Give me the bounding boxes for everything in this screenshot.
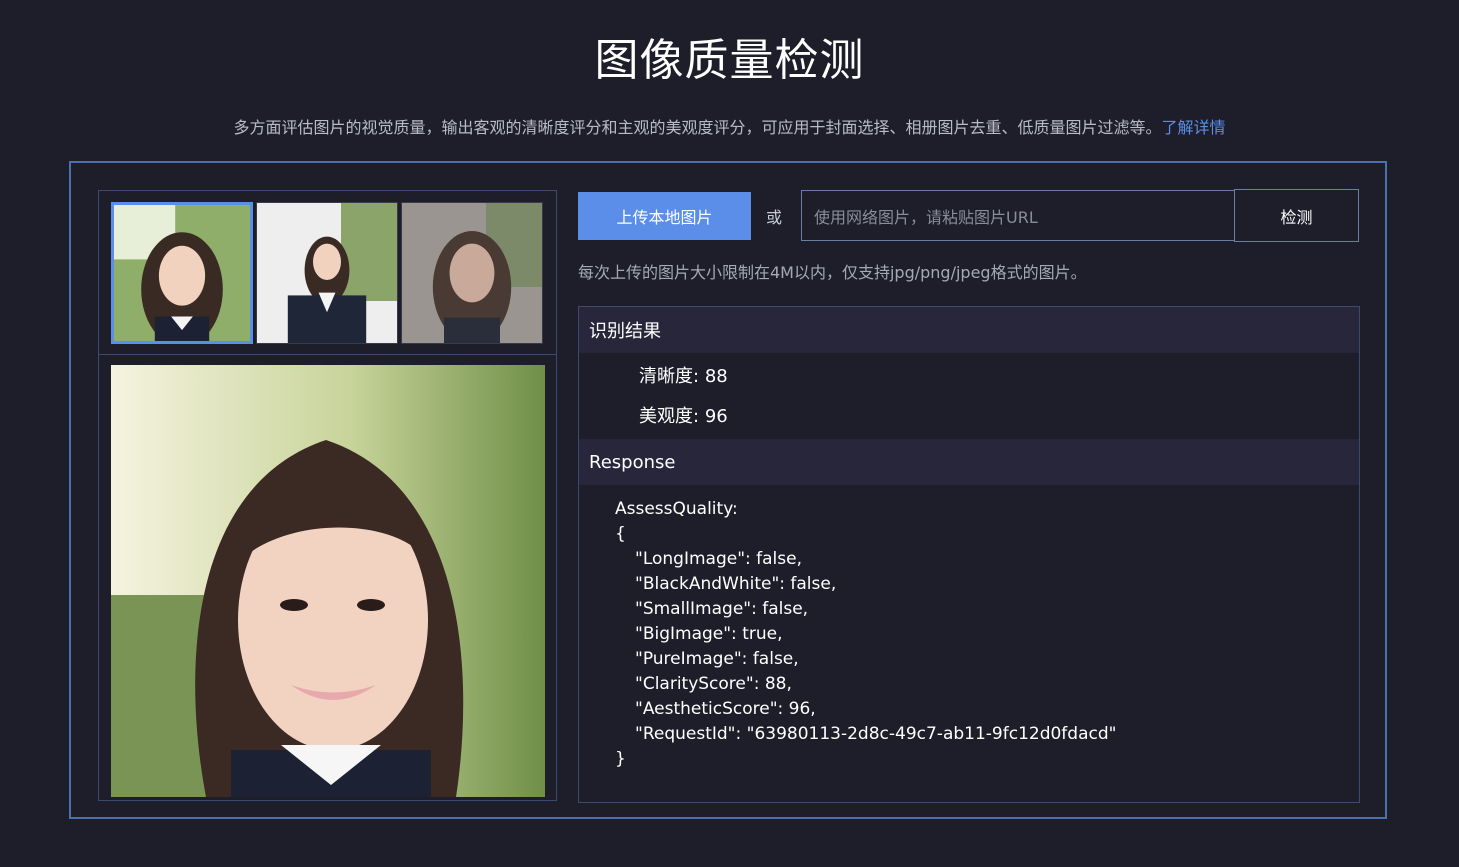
thumbnail-1[interactable]	[111, 202, 253, 344]
clarity-label: 清晰度:	[639, 366, 700, 387]
page-subtitle: 多方面评估图片的视觉质量，输出客观的清晰度评分和主观的美观度评分，可应用于封面选…	[0, 114, 1459, 138]
aesthetic-score: 美观度: 96	[639, 402, 728, 428]
thumbnail-3[interactable]	[401, 202, 543, 344]
thumbnail-2[interactable]	[256, 202, 398, 344]
response-json: AssessQuality: { "LongImage": false, "Bl…	[615, 497, 1116, 772]
image-panel	[98, 190, 557, 801]
json-line: "BlackAndWhite": false,	[635, 574, 837, 594]
portrait-thumbnail-image	[114, 205, 250, 341]
upload-local-image-button[interactable]: 上传本地图片	[578, 192, 751, 240]
learn-more-link[interactable]: 了解详情	[1162, 118, 1226, 137]
thumbnail-row	[111, 202, 546, 345]
json-line: "RequestId": "63980113-2d8c-49c7-ab11-9f…	[635, 724, 1117, 744]
portrait-thumbnail-image	[402, 203, 542, 343]
page-title: 图像质量检测	[594, 35, 865, 86]
upload-hint: 每次上传的图片大小限制在4M以内，仅支持jpg/png/jpeg格式的图片。	[578, 263, 1087, 282]
json-line: }	[615, 749, 626, 769]
json-line: "AestheticScore": 96,	[635, 699, 816, 719]
image-url-input[interactable]: 使用网络图片，请粘贴图片URL	[801, 190, 1235, 241]
aesthetic-label: 美观度:	[639, 406, 700, 427]
portrait-thumbnail-image	[257, 203, 397, 343]
response-section-header: Response	[579, 439, 1359, 485]
json-line: "BigImage": true,	[635, 624, 783, 644]
or-label: 或	[766, 208, 783, 227]
result-panel: 识别结果 清晰度: 88 美观度: 96 Response AssessQual…	[578, 306, 1360, 803]
panel-divider	[99, 354, 556, 355]
clarity-value: 88	[704, 366, 728, 387]
clarity-score: 清晰度: 88	[639, 362, 728, 388]
json-line: "ClarityScore": 88,	[635, 674, 792, 694]
json-line: AssessQuality:	[615, 499, 738, 519]
result-section-header: 识别结果	[579, 307, 1359, 353]
json-line: "SmallImage": false,	[635, 599, 809, 619]
json-line: {	[615, 524, 626, 544]
detect-button[interactable]: 检测	[1234, 189, 1359, 242]
aesthetic-value: 96	[704, 406, 728, 427]
json-line: "LongImage": false,	[635, 549, 802, 569]
json-line: "PureImage": false,	[635, 649, 799, 669]
portrait-preview-image	[111, 365, 545, 797]
url-placeholder: 使用网络图片，请粘贴图片URL	[814, 207, 1038, 227]
preview-image	[111, 365, 545, 797]
subtitle-text: 多方面评估图片的视觉质量，输出客观的清晰度评分和主观的美观度评分，可应用于封面选…	[233, 118, 1162, 137]
